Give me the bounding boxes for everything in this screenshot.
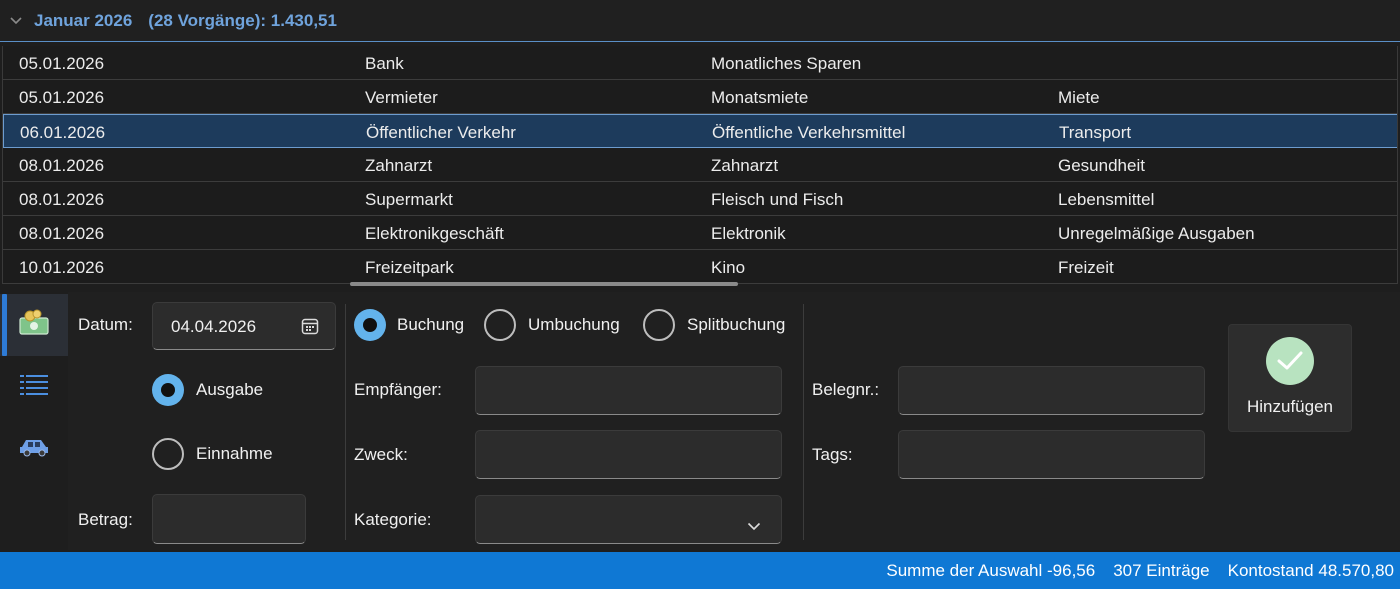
row-purpose: Monatliches Sparen [711, 54, 862, 73]
booking-label: Buchung [397, 315, 465, 334]
category-label: Kategorie: [354, 510, 432, 529]
payee-input[interactable] [475, 366, 782, 415]
row-date: 05.01.2026 [19, 88, 105, 107]
table-row[interactable]: 10.01.2026 Freizeitpark Kino Freizeit [3, 250, 1397, 284]
row-category: Gesundheit [1058, 156, 1145, 175]
payee-label: Empfänger: [354, 380, 442, 399]
purpose-label: Zweck: [354, 445, 408, 464]
transfer-radio[interactable] [484, 309, 516, 341]
row-date: 10.01.2026 [19, 258, 105, 277]
add-button[interactable]: Hinzufügen [1228, 324, 1352, 432]
nav-item-transactions[interactable] [0, 294, 68, 356]
row-category: Miete [1058, 88, 1100, 107]
horizontal-scrollbar[interactable] [350, 282, 738, 286]
tags-label: Tags: [812, 445, 853, 464]
table-row[interactable]: 05.01.2026 Vermieter Monatsmiete Miete [3, 80, 1397, 114]
row-purpose: Monatsmiete [711, 88, 809, 107]
table-row-selected[interactable]: 06.01.2026 Öffentlicher Verkehr Öffentli… [3, 114, 1397, 148]
expense-label: Ausgabe [196, 380, 264, 399]
amount-input[interactable] [152, 494, 306, 544]
row-purpose: Kino [711, 258, 746, 277]
table-row[interactable]: 05.01.2026 Bank Monatliches Sparen [3, 46, 1397, 80]
category-dropdown[interactable] [475, 495, 782, 544]
receipt-input[interactable] [898, 366, 1205, 415]
date-picker[interactable]: 04.04.2026 [152, 302, 336, 350]
row-payee: Supermarkt [365, 190, 453, 209]
row-purpose: Fleisch und Fisch [711, 190, 844, 209]
row-payee: Bank [365, 54, 404, 73]
status-bar: Summe der Auswahl -96,56 307 Einträge Ko… [0, 552, 1400, 589]
money-icon [18, 309, 50, 342]
row-category: Transport [1059, 123, 1132, 142]
chevron-down-icon[interactable] [747, 516, 761, 536]
row-date: 08.01.2026 [19, 156, 105, 175]
group-header[interactable]: Januar 2026 (28 Vorgänge): 1.430,51 [0, 0, 1400, 42]
date-value: 04.04.2026 [171, 317, 257, 336]
income-radio[interactable] [152, 438, 184, 470]
row-payee: Freizeitpark [365, 258, 454, 277]
column-divider [345, 304, 346, 540]
left-nav [0, 292, 68, 550]
row-payee: Vermieter [365, 88, 438, 107]
split-radio[interactable] [643, 309, 675, 341]
purpose-input[interactable] [475, 430, 782, 479]
chevron-down-icon[interactable] [10, 14, 24, 28]
booking-form: Datum: 04.04.2026 Ausgabe Einnahme Betra… [68, 292, 1400, 550]
row-date: 06.01.2026 [20, 123, 106, 142]
tags-input[interactable] [898, 430, 1205, 479]
row-purpose: Elektronik [711, 224, 786, 243]
row-purpose: Zahnarzt [711, 156, 779, 175]
income-label: Einnahme [196, 444, 273, 463]
column-divider [803, 304, 804, 540]
selection-sum: Summe der Auswahl -96,56 [886, 560, 1096, 580]
group-summary: (28 Vorgänge): 1.430,51 [148, 10, 337, 30]
row-payee: Öffentlicher Verkehr [366, 123, 516, 142]
booking-radio[interactable] [354, 309, 386, 341]
transactions-table: 05.01.2026 Bank Monatliches Sparen 05.01… [2, 46, 1398, 284]
car-icon [18, 436, 50, 463]
split-label: Splitbuchung [687, 315, 786, 334]
nav-item-list[interactable] [0, 356, 68, 418]
row-category: Unregelmäßige Ausgaben [1058, 224, 1255, 243]
calendar-icon[interactable] [301, 317, 319, 340]
row-date: 08.01.2026 [19, 224, 105, 243]
table-row[interactable]: 08.01.2026 Zahnarzt Zahnarzt Gesundheit [3, 148, 1397, 182]
date-label: Datum: [78, 315, 133, 334]
list-icon [19, 373, 49, 402]
amount-label: Betrag: [78, 510, 133, 529]
row-payee: Zahnarzt [365, 156, 433, 175]
nav-item-vehicle[interactable] [0, 418, 68, 480]
row-date: 05.01.2026 [19, 54, 105, 73]
row-category: Freizeit [1058, 258, 1114, 277]
row-purpose: Öffentliche Verkehrsmittel [712, 123, 906, 142]
group-title: Januar 2026 [34, 10, 133, 30]
add-button-label: Hinzufügen [1246, 397, 1333, 416]
row-date: 08.01.2026 [19, 190, 105, 209]
checkmark-icon [1266, 337, 1314, 385]
expense-radio[interactable] [152, 374, 184, 406]
receipt-label: Belegnr.: [812, 380, 880, 399]
row-category: Lebensmittel [1058, 190, 1155, 209]
table-row[interactable]: 08.01.2026 Elektronikgeschäft Elektronik… [3, 216, 1397, 250]
transfer-label: Umbuchung [528, 315, 620, 334]
account-balance: Kontostand 48.570,80 [1227, 560, 1394, 580]
entry-count: 307 Einträge [1113, 560, 1210, 580]
table-row[interactable]: 08.01.2026 Supermarkt Fleisch und Fisch … [3, 182, 1397, 216]
row-payee: Elektronikgeschäft [365, 224, 504, 243]
